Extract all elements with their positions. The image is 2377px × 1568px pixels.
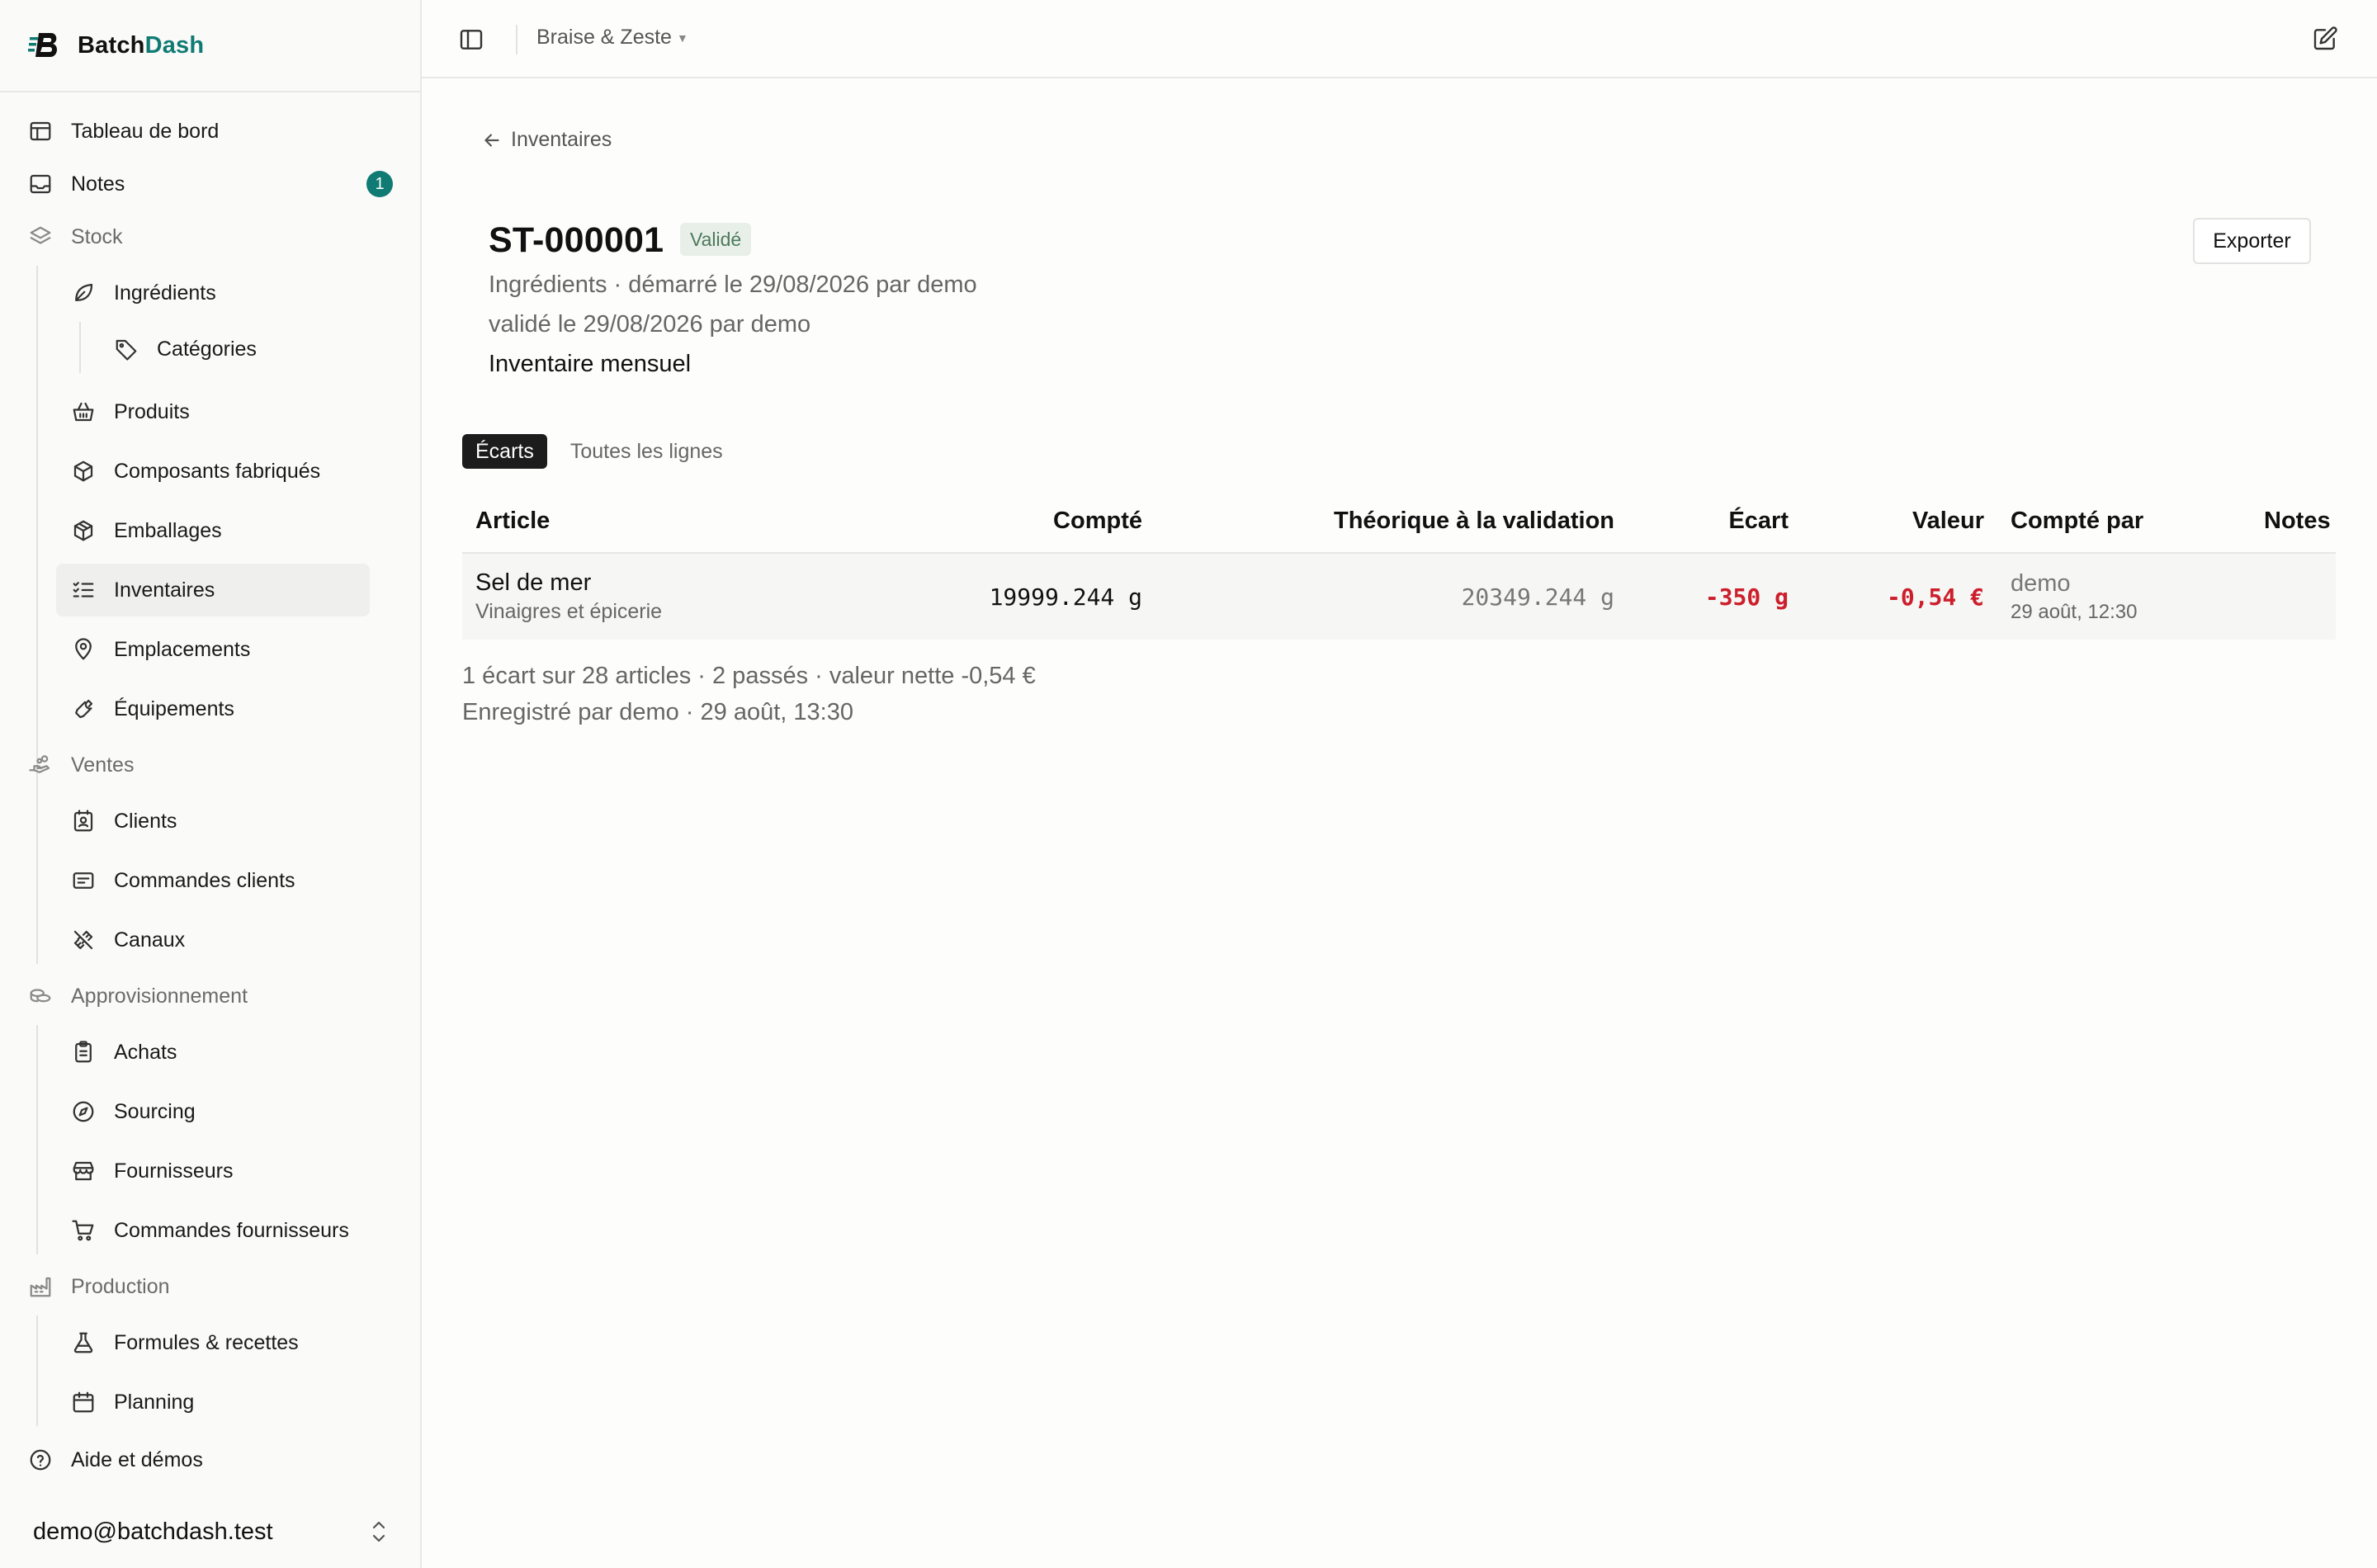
store-icon [71,1159,96,1183]
map-pin-icon [71,637,96,662]
batchdash-logo-icon [28,33,58,57]
cell-article: Sel de mer Vinaigres et épicerie [475,554,662,640]
tab-ecarts[interactable]: Écarts [462,434,547,469]
receipt-icon [71,868,96,893]
discrepancy-table: Article Compté Théorique à la validation… [462,488,2336,640]
sidebar-item-commandes-fournisseurs[interactable]: Commandes fournisseurs [71,1204,401,1257]
cell-compte-par: demo 29 août, 12:30 [2011,569,2138,623]
sidebar-toggle-icon[interactable] [458,26,484,53]
article-name: Sel de mer [475,569,592,596]
sidebar: BatchDash Tableau de bord Notes 1 Stock … [0,0,422,1568]
contact-icon [71,809,96,834]
box-icon [71,459,96,484]
col-theorique[interactable]: Théorique à la validation [1205,488,1614,554]
clipboard-icon [71,1040,96,1065]
edit-icon[interactable] [2312,26,2338,52]
brand[interactable]: BatchDash [0,0,420,92]
back-link[interactable]: Inventaires [481,128,612,152]
sidebar-item-inventaires[interactable]: Inventaires [56,564,370,616]
help-circle-icon [28,1448,53,1472]
sidebar-item-ingredients[interactable]: Ingrédients [71,267,370,319]
workspace-switcher[interactable]: Braise & Zeste ▼ [536,26,688,50]
compass-icon [71,1099,96,1124]
flask-icon [71,1330,96,1355]
col-valeur[interactable]: Valeur [1824,488,1984,554]
tab-toutes-lignes[interactable]: Toutes les lignes [557,434,736,469]
basket-icon [71,399,96,424]
tree-line [36,1025,38,1254]
article-category: Vinaigres et épicerie [475,600,663,623]
sidebar-group-approvisionnement[interactable]: Approvisionnement [28,970,393,1023]
tabs: Écarts Toutes les lignes [462,434,746,469]
cell-ecart: -350 g [1704,583,1789,611]
meta-validated: validé le 29/08/2026 par demo [489,311,811,338]
chevrons-up-down-icon [369,1518,389,1545]
sidebar-item-formules[interactable]: Formules & recettes [71,1316,370,1369]
sidebar-item-equipements[interactable]: Équipements [71,682,370,735]
sidebar-item-dashboard[interactable]: Tableau de bord [28,105,393,158]
unplug-icon [71,928,96,952]
wrench-icon [71,697,96,721]
sidebar-group-production[interactable]: Production [28,1260,393,1313]
cell-compte: 19999.244 g [989,583,1142,611]
sidebar-item-planning[interactable]: Planning [71,1376,370,1429]
status-badge: Validé [680,223,752,256]
topbar: Braise & Zeste ▼ [422,0,2377,78]
sidebar-item-aide[interactable]: Aide et démos [28,1433,393,1486]
notes-count-badge: 1 [366,171,393,197]
sidebar-item-sourcing[interactable]: Sourcing [71,1085,370,1138]
tree-line [36,266,38,820]
list-checks-icon [71,578,96,602]
tree-line [36,794,38,964]
package-icon [71,518,96,543]
col-ecart[interactable]: Écart [1659,488,1789,554]
caret-down-icon: ▼ [676,31,688,45]
tag-icon [114,337,139,361]
col-article[interactable]: Article [475,488,550,554]
sidebar-item-clients[interactable]: Clients [71,795,370,848]
layers-icon [28,224,53,249]
sidebar-item-achats[interactable]: Achats [71,1026,370,1079]
sidebar-item-commandes-clients[interactable]: Commandes clients [71,854,370,907]
table-row[interactable]: Sel de mer Vinaigres et épicerie 19999.2… [462,554,2336,640]
sidebar-item-emballages[interactable]: Emballages [71,504,370,557]
main-content: Inventaires ST-000001 Validé Ingrédients… [422,80,2377,1568]
inbox-icon [28,172,53,196]
sidebar-item-emplacements[interactable]: Emplacements [71,623,370,676]
col-notes[interactable]: Notes [2264,488,2331,554]
sidebar-item-composants[interactable]: Composants fabriqués [71,445,370,498]
sidebar-group-ventes[interactable]: Ventes [28,739,393,791]
sidebar-item-canaux[interactable]: Canaux [71,914,370,966]
col-compte-par[interactable]: Compté par [2011,488,2143,554]
export-button[interactable]: Exporter [2193,218,2311,264]
inventory-description: Inventaire mensuel [489,351,692,377]
arrow-left-icon [484,133,499,147]
coins-icon [28,984,53,1008]
summary-line: 1 écart sur 28 articles · 2 passés · val… [462,663,1036,689]
hand-coins-icon [28,753,53,777]
saved-by-line: Enregistré par demo · 29 août, 13:30 [462,699,853,725]
col-compte[interactable]: Compté [924,488,1142,554]
tree-line [79,322,81,373]
sidebar-item-fournisseurs[interactable]: Fournisseurs [71,1145,370,1197]
sidebar-item-categories[interactable]: Catégories [114,323,370,375]
brand-name: BatchDash [78,31,205,59]
topbar-divider [516,25,517,54]
factory-icon [28,1274,53,1299]
meta-started: Ingrédients · démarré le 29/08/2026 par … [489,272,977,298]
sidebar-item-produits[interactable]: Produits [71,385,370,438]
cell-valeur: -0,54 € [1886,583,1984,611]
calendar-icon [71,1390,96,1415]
cell-theorique: 20349.244 g [1461,583,1614,611]
account-switcher[interactable]: demo@batchdash.test [0,1495,420,1568]
cart-icon [71,1218,96,1243]
page-title: ST-000001 [489,220,664,260]
leaf-icon [71,281,96,305]
sidebar-group-stock[interactable]: Stock [28,210,393,263]
account-email: demo@batchdash.test [33,1518,273,1545]
sidebar-item-notes[interactable]: Notes 1 [28,158,393,210]
layout-icon [28,119,53,144]
tree-line [36,1315,38,1426]
table-header: Article Compté Théorique à la validation… [462,488,2336,554]
